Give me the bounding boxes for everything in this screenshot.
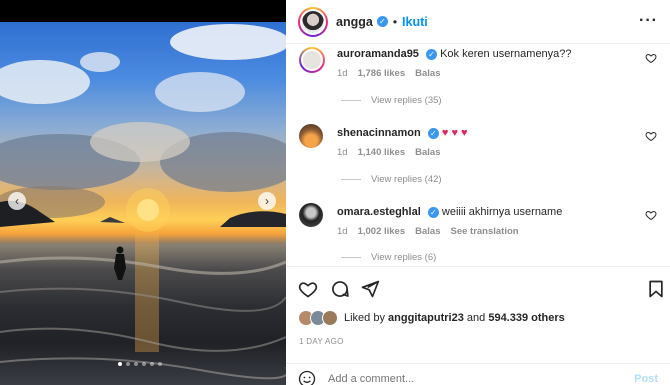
comment-body: omara.esteghlal ✓ weiiii akhirnya userna…: [337, 205, 637, 237]
liked-by-avatars: [298, 310, 338, 326]
comment-time: 1d: [337, 68, 348, 79]
post-comment-button[interactable]: Post: [634, 373, 658, 385]
carousel-dot: [134, 362, 138, 366]
likes-summary: Liked by anggitaputri23 and 594.339 othe…: [298, 310, 565, 326]
like-comment-icon[interactable]: [645, 130, 657, 142]
post-actions-bar: [286, 266, 670, 312]
view-replies-button[interactable]: View replies (6): [341, 252, 436, 263]
liked-by-connector: and: [466, 312, 486, 324]
save-bookmark-icon[interactable]: [646, 279, 666, 299]
commenter-avatar[interactable]: [299, 47, 325, 73]
carousel-dot: [126, 362, 130, 366]
like-icon[interactable]: [298, 279, 318, 299]
comment-input[interactable]: [328, 372, 608, 385]
comment-icon[interactable]: [330, 279, 350, 299]
like-comment-icon[interactable]: [645, 209, 657, 221]
photo-foreground: [0, 232, 286, 380]
verified-badge-icon: ✓: [427, 206, 439, 218]
verified-badge-icon: ✓: [426, 48, 437, 60]
comment-meta: 1d 1,786 likes Balas: [337, 68, 637, 79]
post-detail-panel: angga ✓ • Ikuti ··· auroramanda95 ✓ Kok …: [286, 0, 670, 385]
comment-time: 1d: [337, 147, 348, 158]
carousel-dot: [118, 362, 122, 366]
comment-username[interactable]: auroramanda95: [337, 48, 419, 60]
comment-username[interactable]: omara.esteghlal: [337, 206, 421, 218]
heart-emoji-icon: ♥ ♥ ♥: [441, 127, 468, 139]
comment-text: Kok keren usernamenya??: [440, 48, 572, 60]
comment-time: 1d: [337, 226, 348, 237]
comments-list: auroramanda95 ✓ Kok keren usernamenya?? …: [286, 44, 670, 266]
author-avatar[interactable]: [298, 6, 328, 37]
author-username[interactable]: angga: [336, 15, 373, 29]
more-options-icon[interactable]: ···: [639, 12, 658, 30]
post-photo[interactable]: ‹ ›: [0, 22, 286, 385]
verified-badge-icon: ✓: [376, 16, 388, 27]
share-icon[interactable]: [360, 279, 380, 299]
post-header: angga ✓ • Ikuti ···: [286, 0, 670, 44]
see-translation-link[interactable]: See translation: [450, 226, 518, 237]
view-replies-button[interactable]: View replies (42): [341, 174, 442, 185]
header-separator: •: [392, 14, 398, 29]
comment-username[interactable]: shenacinnamon: [337, 127, 421, 139]
post-timestamp[interactable]: 1 DAY AGO: [299, 337, 344, 346]
liked-by-others[interactable]: 594.339 others: [488, 312, 564, 324]
reply-button[interactable]: Balas: [415, 68, 440, 79]
add-comment-bar: Post: [286, 363, 670, 385]
liked-by-prefix: Liked by: [344, 312, 385, 324]
liked-by-user[interactable]: anggitaputri23: [388, 312, 464, 324]
comment-body: auroramanda95 ✓ Kok keren usernamenya?? …: [337, 47, 637, 79]
carousel-dot: [150, 362, 154, 366]
avatar-image: [302, 10, 324, 33]
follow-button[interactable]: Ikuti: [402, 15, 428, 29]
reply-button[interactable]: Balas: [415, 147, 440, 158]
comment-meta: 1d 1,140 likes Balas: [337, 147, 637, 158]
comment-likes[interactable]: 1,002 likes: [358, 226, 406, 237]
reply-button[interactable]: Balas: [415, 226, 440, 237]
comment-meta: 1d 1,002 likes Balas See translation: [337, 226, 637, 237]
verified-badge-icon: ✓: [427, 127, 439, 139]
commenter-avatar[interactable]: [299, 124, 323, 148]
carousel-dot: [158, 362, 162, 366]
view-replies-button[interactable]: View replies (35): [341, 95, 442, 106]
like-comment-icon[interactable]: [645, 52, 657, 64]
commenter-avatar[interactable]: [299, 203, 323, 227]
comment-body: shenacinnamon ✓ ♥ ♥ ♥ 1d 1,140 likes Bal…: [337, 126, 637, 158]
emoji-icon[interactable]: [298, 370, 316, 385]
carousel-prev-button[interactable]: ‹: [8, 192, 26, 210]
carousel-indicator: [118, 362, 162, 366]
carousel-next-button[interactable]: ›: [258, 192, 276, 210]
comment-text: weiiii akhirnya username: [441, 206, 563, 218]
comment-likes[interactable]: 1,786 likes: [358, 68, 406, 79]
carousel-dot: [142, 362, 146, 366]
comment-likes[interactable]: 1,140 likes: [358, 147, 406, 158]
post-photo-panel: ‹ ›: [0, 0, 286, 385]
liker-avatar: [322, 310, 338, 326]
